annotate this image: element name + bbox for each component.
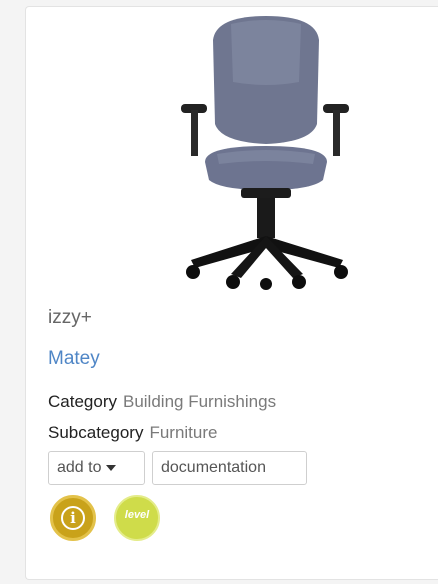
info-glyph: i <box>61 506 85 530</box>
product-name-link[interactable]: Matey <box>48 348 100 370</box>
info-icon[interactable]: i <box>50 495 96 541</box>
subcategory-row: Subcategory Furniture <box>48 423 217 443</box>
level-badge-text: level <box>124 509 150 521</box>
subcategory-value: Furniture <box>149 423 218 442</box>
add-to-label: add to <box>57 459 102 476</box>
product-card: izzy+ Matey Category Building Furnishings… <box>25 6 438 580</box>
brand-name: izzy+ <box>48 307 92 328</box>
category-row: Category Building Furnishings <box>48 392 276 412</box>
category-value: Building Furnishings <box>122 392 277 411</box>
add-to-dropdown-button[interactable]: add to <box>48 451 145 485</box>
documentation-button[interactable]: documentation <box>152 451 307 485</box>
product-image[interactable] <box>171 12 361 290</box>
subcategory-label: Subcategory <box>48 423 144 442</box>
level-badge-icon[interactable]: level <box>114 495 160 541</box>
documentation-label: documentation <box>161 459 266 476</box>
caret-down-icon <box>106 464 117 471</box>
category-label: Category <box>48 392 117 411</box>
